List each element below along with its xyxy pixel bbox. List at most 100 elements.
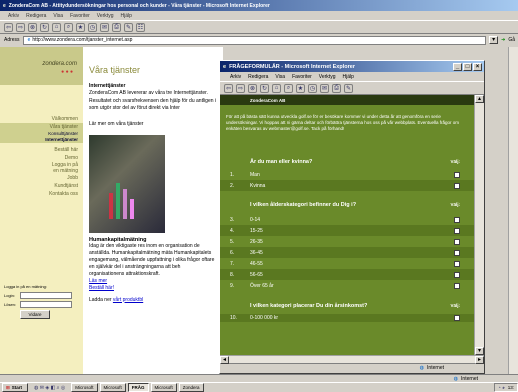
hc-read-more-link[interactable]: Läs mer: [89, 278, 107, 284]
nav-internettjanster[interactable]: Internettjänster: [0, 137, 83, 143]
menu-favoriter[interactable]: Favoriter: [70, 13, 90, 19]
discuss-icon[interactable]: ☷: [136, 22, 145, 32]
download-link[interactable]: vårt produktbl: [113, 297, 143, 303]
option-row[interactable]: 9. Över 65 år: [220, 280, 474, 291]
scroll-right-icon[interactable]: ▸: [475, 356, 484, 364]
favorites-icon[interactable]: ★: [76, 22, 85, 32]
option-row[interactable]: 7. 46-55: [220, 258, 474, 269]
search-icon[interactable]: ⌕: [64, 22, 73, 32]
popup-forward-icon[interactable]: ⇨: [236, 83, 245, 93]
quicklaunch-icons[interactable]: ◍ ✉ ◈ ◧ ⌕ ◎: [34, 385, 65, 391]
option-checkbox[interactable]: [454, 238, 460, 245]
nav-demo[interactable]: Demo: [0, 154, 83, 162]
popup-refresh-icon[interactable]: ↻: [260, 83, 269, 93]
option-checkbox[interactable]: [454, 260, 460, 267]
option-checkbox[interactable]: [454, 315, 460, 321]
option-row[interactable]: 1. Man: [220, 169, 474, 180]
login-user-input[interactable]: [20, 292, 72, 299]
popup-print-icon[interactable]: ⎙: [332, 83, 341, 93]
forward-icon[interactable]: ⇨: [16, 22, 25, 32]
option-row[interactable]: 2. Kvinna: [220, 180, 474, 191]
start-button[interactable]: ⊞ Start: [2, 383, 28, 392]
popup-title-bar[interactable]: e FRÅGEFORMULÄR - Microsoft Internet Exp…: [220, 61, 484, 72]
go-arrow-icon[interactable]: ➜: [501, 37, 505, 43]
refresh-icon[interactable]: ↻: [40, 22, 49, 32]
popup-status-text: Internet: [427, 364, 444, 371]
main-scrollbar[interactable]: [508, 47, 518, 375]
address-dropdown-icon[interactable]: ▾: [489, 36, 499, 44]
popup-search-icon[interactable]: ⌕: [284, 83, 293, 93]
menu-hjalp[interactable]: Hjälp: [120, 13, 131, 19]
site-logo[interactable]: zondera.com ● ● ●: [0, 47, 83, 85]
stop-icon[interactable]: ⊗: [28, 22, 37, 32]
popup-mail-icon[interactable]: ✉: [320, 83, 329, 93]
popup-menu-redigera[interactable]: Redigera: [248, 74, 268, 80]
option-row[interactable]: 4. 15-25: [220, 225, 474, 236]
option-row[interactable]: 8. 56-65: [220, 269, 474, 280]
popup-menu-verktyg[interactable]: Verktyg: [319, 74, 336, 80]
menu-verktyg[interactable]: Verktyg: [97, 13, 114, 19]
menu-arkiv[interactable]: Arkiv: [8, 13, 19, 19]
taskbar-item[interactable]: Zondera: [178, 383, 204, 392]
taskbar-item[interactable]: Microsoft: [99, 383, 126, 392]
tray-icons[interactable]: ◔ ◕: [498, 385, 505, 390]
close-icon[interactable]: ×: [473, 62, 482, 71]
menu-visa[interactable]: Visa: [53, 13, 63, 19]
back-icon[interactable]: ⇦: [4, 22, 13, 32]
maximize-icon[interactable]: □: [463, 62, 472, 71]
nav-valkommen[interactable]: Välkommen: [0, 115, 83, 123]
popup-home-icon[interactable]: ⌂: [272, 83, 281, 93]
main-title-bar[interactable]: e ZonderaCom AB - Attitydundersökningar …: [0, 0, 518, 11]
scroll-up-icon[interactable]: ▴: [475, 95, 484, 103]
popup-edit-icon[interactable]: ✎: [344, 83, 353, 93]
question-2-title: I vilken ålderskategori befinner du Dig …: [250, 201, 357, 208]
print-icon[interactable]: ⎙: [112, 22, 121, 32]
taskbar-item[interactable]: Microsoft: [150, 383, 177, 392]
nav-vara-tjanster[interactable]: Våra tjänster: [0, 123, 83, 131]
popup-stop-icon[interactable]: ⊗: [248, 83, 257, 93]
option-checkbox[interactable]: [454, 249, 460, 256]
taskbar-item[interactable]: Microsoft: [71, 383, 98, 392]
nav-jobb[interactable]: Jobb: [0, 174, 83, 182]
popup-scrollbar[interactable]: ▴ ▾: [474, 95, 484, 355]
menu-redigera[interactable]: Redigera: [26, 13, 46, 19]
scroll-down-icon[interactable]: ▾: [475, 347, 484, 355]
edit-icon[interactable]: ✎: [124, 22, 133, 32]
popup-menu-hjalp[interactable]: Hjälp: [342, 74, 353, 80]
login-button[interactable]: Vidare: [20, 310, 50, 319]
order-link[interactable]: Beställ här!: [89, 285, 217, 291]
option-checkbox[interactable]: [454, 271, 460, 278]
option-checkbox[interactable]: [454, 182, 460, 189]
option-checkbox[interactable]: [454, 227, 460, 234]
nav-kundtjanst[interactable]: Kundtjänst: [0, 182, 83, 190]
popup-menu-favoriter[interactable]: Favoriter: [292, 74, 312, 80]
option-row[interactable]: 6. 36-45: [220, 247, 474, 258]
popup-menu-visa[interactable]: Visa: [275, 74, 285, 80]
option-checkbox[interactable]: [454, 282, 460, 289]
popup-menu-arkiv[interactable]: Arkiv: [230, 74, 241, 80]
mail-icon[interactable]: ✉: [100, 22, 109, 32]
popup-history-icon[interactable]: ◷: [308, 83, 317, 93]
option-row[interactable]: 10. 0-100 000 kr: [220, 314, 474, 322]
history-icon[interactable]: ◷: [88, 22, 97, 32]
option-row[interactable]: 5. 26-35: [220, 236, 474, 247]
go-label[interactable]: Gå: [508, 37, 515, 43]
popup-back-icon[interactable]: ⇦: [224, 83, 233, 93]
address-input[interactable]: e http://www.zondera.com/tjanster_intern…: [22, 35, 487, 45]
nav-bestall-har[interactable]: Beställ här: [0, 146, 83, 154]
content-more-link[interactable]: Lär mer om våra tjänster: [89, 121, 217, 127]
nav-logga-in[interactable]: Logga in på en mätning: [0, 162, 83, 174]
option-row[interactable]: 3. 0-14: [220, 214, 474, 225]
nav-kontakta-oss[interactable]: Kontakta oss: [0, 190, 83, 198]
option-checkbox[interactable]: [454, 171, 460, 178]
option-number: 7.: [230, 260, 235, 267]
home-icon[interactable]: ⌂: [52, 22, 61, 32]
popup-hscroll[interactable]: ◂ ▸: [220, 355, 484, 364]
login-pass-input[interactable]: [20, 301, 72, 308]
taskbar-item-active[interactable]: FRÅG: [127, 383, 149, 392]
scroll-left-icon[interactable]: ◂: [220, 356, 229, 364]
popup-favorites-icon[interactable]: ★: [296, 83, 305, 93]
minimize-icon[interactable]: _: [453, 62, 462, 71]
option-checkbox[interactable]: [454, 216, 460, 223]
address-url: http://www.zondera.com/tjanster_internet…: [32, 37, 133, 43]
